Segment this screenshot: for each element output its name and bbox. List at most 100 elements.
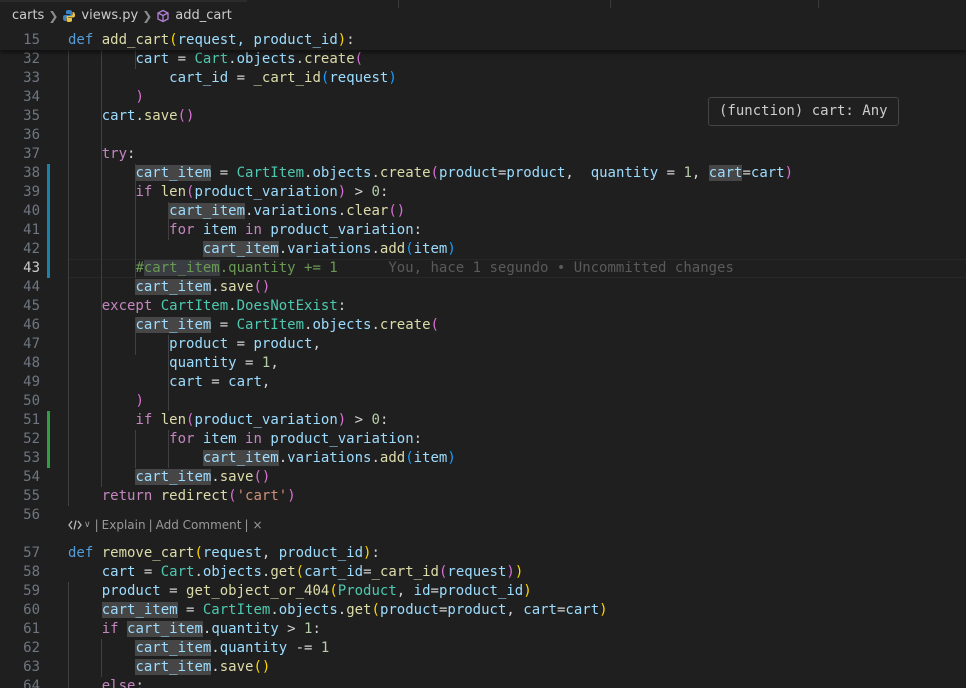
code-line[interactable]: 57 def remove_cart(request, product_id):	[0, 544, 966, 563]
line-number: 43	[23, 260, 40, 276]
code-line[interactable]: 45 except CartItem.DoesNotExist:	[0, 297, 966, 316]
code-token: cart_item	[135, 469, 212, 485]
sticky-scroll-line[interactable]: 15 def add_cart(request, product_id):	[0, 31, 966, 50]
code-line[interactable]: 63 cart_item.save()	[0, 658, 966, 677]
code-editor[interactable]: 15 def add_cart(request, product_id): 32…	[0, 31, 966, 688]
code-token: get	[346, 602, 372, 618]
breadcrumb-file[interactable]: views.py	[62, 8, 138, 23]
code-token: .	[371, 317, 380, 333]
code-token: product_variation	[270, 431, 414, 447]
code-line[interactable]: 59 product = get_object_or_404(Product, …	[0, 582, 966, 601]
chevron-down-icon[interactable]: ∨	[84, 517, 91, 533]
breadcrumb-folder[interactable]: carts	[12, 8, 44, 23]
code-line[interactable]: 62 cart_item.quantity -= 1	[0, 639, 966, 658]
code-content: cart.save()	[68, 107, 195, 126]
code-token: >	[278, 621, 305, 637]
code-line[interactable]: 48 quantity = 1,	[0, 354, 966, 373]
line-number: 48	[23, 355, 40, 371]
code-content: cart = Cart.objects.create(	[68, 50, 363, 69]
code-token: =	[169, 51, 195, 67]
code-line[interactable]: 42 cart_item.variations.add(item)	[0, 240, 966, 259]
code-line[interactable]: 54 cart_item.save()	[0, 468, 966, 487]
code-content: cart_item.save()	[68, 658, 270, 677]
code-token: )	[135, 89, 144, 105]
code-line[interactable]: 55 return redirect('cart')	[0, 487, 966, 506]
code-content: cart = cart,	[68, 373, 270, 392]
code-token: save	[219, 659, 254, 675]
chevron-right-icon: ❯	[142, 8, 153, 23]
code-token: )	[337, 184, 347, 200]
code-token: Product	[337, 583, 397, 599]
code-line[interactable]: 64 else:	[0, 677, 966, 688]
code-line[interactable]: 40 cart_item.variations.clear()	[0, 202, 966, 221]
code-line[interactable]: 41 for item in product_variation:	[0, 221, 966, 240]
git-added-indicator[interactable]	[47, 449, 50, 468]
git-modified-indicator[interactable]	[47, 259, 50, 278]
line-number: 46	[23, 317, 40, 333]
code-content: cart = Cart.objects.get(cart_id=_cart_id…	[68, 563, 524, 582]
git-added-indicator[interactable]	[47, 430, 50, 449]
line-number: 42	[23, 241, 40, 257]
code-token: quantity	[219, 640, 288, 656]
code-line[interactable]: 38 cart_item = CartItem.objects.create(p…	[0, 164, 966, 183]
line-number: 37	[23, 146, 40, 162]
code-token: cart_id	[304, 564, 364, 580]
code-token: product	[447, 602, 507, 618]
code-line[interactable]: 46 cart_item = CartItem.objects.create(	[0, 316, 966, 335]
code-token: save	[143, 108, 178, 124]
code-line[interactable]: 60 cart_item = CartItem.objects.get(prod…	[0, 601, 966, 620]
line-number: 62	[23, 640, 40, 656]
code-token: cart	[135, 51, 170, 67]
code-line[interactable]: 49 cart = cart,	[0, 373, 966, 392]
code-content: else:	[68, 677, 144, 688]
breadcrumb-symbol[interactable]: add_cart	[156, 8, 232, 23]
indent-guide	[168, 202, 169, 240]
code-content: cart_item.save()	[68, 278, 270, 297]
git-modified-indicator[interactable]	[47, 183, 50, 202]
sticky-code: def add_cart(request, product_id):	[68, 31, 355, 50]
code-token: cart_item	[135, 279, 212, 295]
git-modified-indicator[interactable]	[47, 202, 50, 221]
code-line[interactable]: 44 cart_item.save()	[0, 278, 966, 297]
git-modified-indicator[interactable]	[47, 221, 50, 240]
code-line[interactable]: 36	[0, 126, 966, 145]
code-token: )	[523, 583, 532, 599]
code-icon[interactable]	[68, 519, 82, 531]
code-line[interactable]: 32 cart = Cart.objects.create(	[0, 50, 966, 69]
code-line[interactable]: 39 if len(product_variation) > 0:	[0, 183, 966, 202]
code-content: def remove_cart(request, product_id):	[68, 544, 380, 563]
code-line[interactable]: 51 if len(product_variation) > 0:	[0, 411, 966, 430]
git-added-indicator[interactable]	[47, 411, 50, 430]
code-token: Cart	[194, 51, 229, 67]
code-line[interactable]: 50 )	[0, 392, 966, 411]
code-line[interactable]: 58 cart = Cart.objects.get(cart_id=_cart…	[0, 563, 966, 582]
code-line[interactable]: 61 if cart_item.quantity > 1:	[0, 620, 966, 639]
code-token: cart_id	[169, 70, 229, 86]
code-line[interactable]: 43 #cart_item.quantity += 1 You, hace 1 …	[0, 259, 966, 278]
codelens-separator: |	[94, 518, 99, 532]
line-number: 57	[23, 545, 40, 561]
close-icon[interactable]: ×	[253, 517, 263, 533]
code-line[interactable]: 47 product = product,	[0, 335, 966, 354]
code-token: .	[295, 51, 305, 67]
code-line[interactable]: 33 cart_id = _cart_id(request)	[0, 69, 966, 88]
git-modified-indicator[interactable]	[47, 240, 50, 259]
explain-link[interactable]: Explain	[102, 517, 146, 533]
git-modified-indicator[interactable]	[47, 164, 50, 183]
code-line[interactable]: 37 try:	[0, 145, 966, 164]
code-line[interactable]: 52 for item in product_variation:	[0, 430, 966, 449]
code-line[interactable]: 53 cart_item.variations.add(item)	[0, 449, 966, 468]
git-blame-annotation: You, hace 1 segundo • Uncommitted change…	[388, 260, 734, 276]
add-comment-link[interactable]: Add Comment	[156, 517, 242, 533]
code-token: )	[186, 108, 195, 124]
code-token: ,	[565, 165, 591, 181]
code-token: objects	[202, 564, 262, 580]
code-token: CartItem	[236, 165, 305, 181]
code-token: product	[169, 336, 229, 352]
